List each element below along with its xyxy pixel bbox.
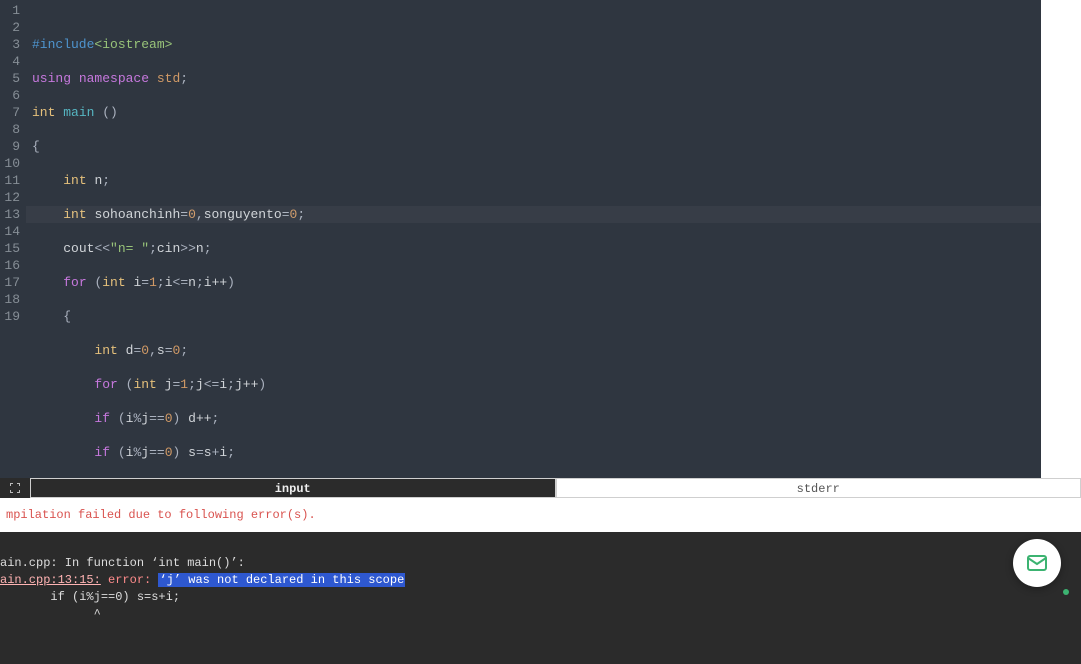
terminal-output[interactable]: ain.cpp: In function ‘int main()’:ain.cp… — [0, 532, 1081, 664]
line-number: 9 — [0, 138, 20, 155]
code-line[interactable]: using namespace std; — [32, 70, 1041, 87]
error-location[interactable]: ain.cpp:13:15: — [0, 573, 101, 587]
term-line: if (i%j==0) s=s+i; — [0, 589, 1075, 606]
line-number: 17 — [0, 274, 20, 291]
error-message: ‘j’ was not declared in this scope — [158, 573, 405, 587]
tab-stderr[interactable]: stderr — [556, 478, 1081, 498]
mail-icon — [1025, 551, 1049, 575]
line-number: 6 — [0, 87, 20, 104]
line-number: 8 — [0, 121, 20, 138]
console-panel: mpilation failed due to following error(… — [0, 498, 1081, 532]
code-area[interactable]: #include<iostream> using namespace std; … — [26, 0, 1041, 478]
line-number: 5 — [0, 70, 20, 87]
tab-input[interactable]: input — [30, 478, 556, 498]
output-tabs: input stderr — [0, 478, 1081, 498]
line-number: 10 — [0, 155, 20, 172]
expand-icon — [9, 482, 21, 494]
expand-button[interactable] — [0, 478, 30, 498]
line-number: 13 — [0, 206, 20, 223]
line-number: 3 — [0, 36, 20, 53]
line-number: 19 — [0, 308, 20, 325]
code-line[interactable]: #include<iostream> — [32, 36, 1041, 53]
code-line[interactable]: int main () — [32, 104, 1041, 121]
line-number: 1 — [0, 2, 20, 19]
line-number: 7 — [0, 104, 20, 121]
line-number: 18 — [0, 291, 20, 308]
line-number: 12 — [0, 189, 20, 206]
term-line: ain.cpp: In function ‘int main()’: — [0, 555, 1075, 572]
line-number: 16 — [0, 257, 20, 274]
line-gutter: 1 2 3 4 5 6 7 8 9 10 11 12 13 14 15 16 1… — [0, 0, 26, 478]
code-line[interactable]: int d=0,s=0; — [32, 342, 1041, 359]
code-line[interactable]: for (int i=1;i<=n;i++) — [32, 274, 1041, 291]
status-dot — [1063, 589, 1069, 595]
line-number: 14 — [0, 223, 20, 240]
line-number: 4 — [0, 53, 20, 70]
line-number: 2 — [0, 19, 20, 36]
term-line: ain.cpp:13:15: error: ‘j’ was not declar… — [0, 572, 1075, 589]
code-line[interactable]: int n; — [32, 172, 1041, 189]
feedback-button[interactable] — [1013, 539, 1061, 587]
line-number: 11 — [0, 172, 20, 189]
code-line[interactable]: { — [32, 138, 1041, 155]
compile-error-header: mpilation failed due to following error(… — [6, 508, 1075, 522]
code-editor[interactable]: 1 2 3 4 5 6 7 8 9 10 11 12 13 14 15 16 1… — [0, 0, 1041, 478]
code-line[interactable]: for (int j=1;j<=i;j++) — [32, 376, 1041, 393]
code-line[interactable]: cout<<"n= ";cin>>n; — [32, 240, 1041, 257]
term-line: ^ — [0, 606, 1075, 623]
code-line[interactable]: { — [32, 308, 1041, 325]
line-number: 15 — [0, 240, 20, 257]
code-line[interactable]: if (i%j==0) s=s+i; — [32, 444, 1041, 461]
code-line[interactable]: if (i%j==0) d++; — [32, 410, 1041, 427]
